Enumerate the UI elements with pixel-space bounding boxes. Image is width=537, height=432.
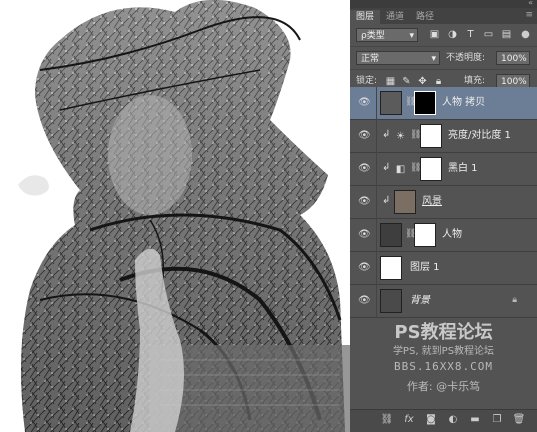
tab-layers[interactable]: 图层 — [350, 10, 381, 24]
type-filter-icon[interactable]: T — [464, 28, 477, 41]
eye-icon[interactable]: 👁︎ — [358, 196, 371, 208]
blend-mode-value: 正常 — [361, 54, 380, 64]
eye-icon[interactable]: 👁︎ — [358, 163, 371, 175]
blend-row: 正常 ▾ 不透明度: 100% — [350, 47, 537, 70]
brightness-adjust-icon: ☀ — [396, 131, 405, 142]
layer-row-person[interactable]: 👁︎ ⛓︎ 人物 — [350, 219, 537, 252]
bw-adjust-icon: ◧ — [395, 164, 406, 175]
opacity-value: 100% — [501, 54, 527, 64]
layer-list: 👁︎ ⛓︎ 人物 拷贝 👁︎ ↲ ☀ ⛓︎ 亮度/对比度 1 👁︎ ↲ ◧ ⛓︎… — [350, 87, 537, 321]
eye-icon[interactable]: 👁︎ — [358, 295, 371, 307]
adjustment-icon[interactable]: ◐ — [446, 414, 460, 425]
eye-icon[interactable]: 👁︎ — [358, 97, 371, 109]
watermark-line3: BBS.16XX8.COM — [393, 360, 494, 373]
clip-arrow-icon: ↲ — [382, 162, 391, 173]
panel-tabs: 图层 通道 路径 ≡ — [350, 8, 537, 24]
layer-name: 人物 拷贝 — [442, 97, 486, 108]
fill-value: 100% — [501, 77, 527, 87]
layers-panel: « 图层 通道 路径 ≡ ρ类型 ▾ ▣ ◑ T ▭ ▤ ● 正常 ▾ 不透明度: … — [350, 0, 537, 432]
layer-filter-value: ρ类型 — [361, 31, 385, 41]
layer-mask-thumbnail[interactable] — [420, 124, 442, 148]
filter-toggle-icon[interactable]: ● — [519, 28, 532, 41]
layer-mask-thumbnail[interactable] — [414, 223, 436, 247]
layer-thumbnail — [394, 190, 416, 214]
fx-icon[interactable]: fx — [402, 414, 416, 425]
layer-row-person-copy[interactable]: 👁︎ ⛓︎ 人物 拷贝 — [350, 87, 537, 120]
eye-icon[interactable]: 👁︎ — [358, 130, 371, 142]
opacity-label: 不透明度: — [446, 53, 486, 63]
watermark-line4: 作者: @卡乐笃 — [406, 380, 481, 393]
watermark-title: PS教程论坛 — [394, 322, 493, 343]
layer-name: 背景 — [410, 295, 430, 306]
dropdown-arrow-icon: ▾ — [431, 54, 436, 64]
eye-icon[interactable]: 👁︎ — [358, 262, 371, 274]
pixel-filter-icon[interactable]: ▣ — [428, 28, 441, 41]
clip-arrow-icon: ↲ — [382, 129, 391, 140]
layer-mask-thumbnail[interactable] — [420, 157, 442, 181]
layer-row-layer1[interactable]: 👁︎ 图层 1 — [350, 252, 537, 285]
layer-row-scenery[interactable]: 👁︎ ↲ 风景 — [350, 186, 537, 219]
flower-shape — [18, 175, 49, 196]
panel-menu-icon[interactable]: ≡ — [525, 10, 533, 20]
fill-field[interactable]: 100% — [496, 74, 530, 88]
layer-name: 黑白 1 — [448, 163, 478, 174]
panel-top-strip: « — [350, 0, 537, 8]
layer-row-brightness-contrast[interactable]: 👁︎ ↲ ☀ ⛓︎ 亮度/对比度 1 — [350, 120, 537, 153]
face-shape — [108, 95, 192, 215]
link-layers-icon[interactable]: ⛓︎ — [380, 414, 394, 425]
shape-filter-icon[interactable]: ▭ — [482, 28, 495, 41]
layer-row-black-white[interactable]: 👁︎ ↲ ◧ ⛓︎ 黑白 1 — [350, 153, 537, 186]
layer-mask-thumbnail[interactable] — [414, 91, 436, 115]
double-exposure-artwork — [18, 0, 350, 432]
layers-footer: ⛓︎ fx ◙ ◐ ▬ ❐ 🗑︎ — [350, 409, 537, 432]
folder-icon[interactable]: ▬ — [468, 414, 482, 425]
blend-mode-select[interactable]: 正常 ▾ — [356, 51, 440, 65]
eye-icon[interactable]: 👁︎ — [358, 229, 371, 241]
dropdown-arrow-icon: ▾ — [409, 31, 414, 41]
layer-thumbnail — [380, 289, 402, 313]
new-layer-icon[interactable]: ❐ — [490, 414, 504, 425]
layer-thumbnail — [380, 91, 402, 115]
lock-icon: 🔒︎ — [512, 295, 517, 305]
tab-paths[interactable]: 路径 — [410, 10, 440, 24]
document-canvas[interactable] — [0, 0, 350, 432]
lock-label: 锁定: — [356, 76, 378, 86]
watermark-line2: 学PS, 就到PS教程论坛 — [392, 346, 495, 357]
layer-name: 亮度/对比度 1 — [448, 130, 511, 141]
layer-filter-select[interactable]: ρ类型 ▾ — [356, 28, 418, 42]
layer-name: 风景 — [422, 196, 442, 207]
layer-name: 人物 — [442, 229, 462, 240]
layer-row-background[interactable]: 👁︎ 背景 🔒︎ — [350, 285, 537, 318]
adjustment-filter-icon[interactable]: ◑ — [446, 28, 459, 41]
layer-thumbnail — [380, 223, 402, 247]
layer-name: 图层 1 — [410, 262, 440, 273]
layer-thumbnail — [380, 256, 402, 280]
smart-object-filter-icon[interactable]: ▤ — [500, 28, 513, 41]
trash-icon[interactable]: 🗑︎ — [512, 414, 526, 425]
filter-row: ρ类型 ▾ ▣ ◑ T ▭ ▤ ● — [350, 24, 537, 47]
mask-icon[interactable]: ◙ — [424, 414, 438, 425]
opacity-field[interactable]: 100% — [496, 51, 530, 65]
tab-channels[interactable]: 通道 — [380, 10, 410, 24]
collapse-icon[interactable]: « — [528, 0, 533, 7]
fill-label: 填充: — [464, 76, 486, 86]
clip-arrow-icon: ↲ — [382, 195, 391, 206]
